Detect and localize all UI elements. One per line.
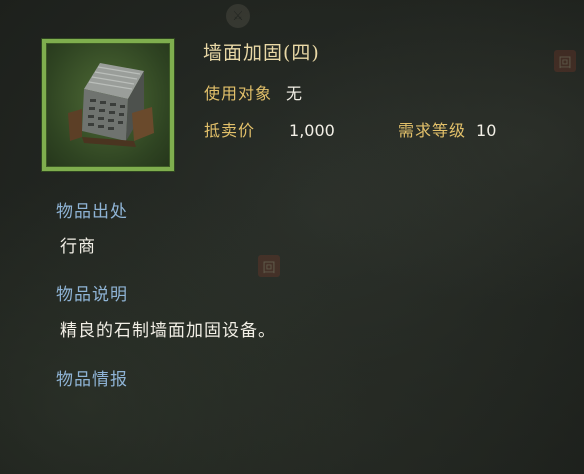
- level-row: 需求等级 10: [398, 117, 496, 141]
- description-text: 精良的石制墙面加固设备。: [60, 321, 276, 341]
- map-seal-icon: 回: [258, 255, 280, 277]
- origin-heading: 物品出处: [56, 202, 128, 222]
- map-marker-middle: 回: [258, 255, 280, 277]
- target-label: 使用对象: [204, 84, 273, 103]
- map-marker-icon: ⚔: [226, 4, 250, 28]
- info-heading[interactable]: 物品情报: [56, 365, 128, 390]
- map-seal-icon: 回: [554, 50, 576, 72]
- origin-value: 行商: [60, 237, 96, 257]
- level-value: 10: [476, 121, 497, 140]
- level-label: 需求等级: [398, 121, 467, 140]
- target-row: 使用对象 无: [204, 80, 302, 104]
- item-name: 墙面加固(四): [203, 42, 320, 64]
- target-value: 无: [286, 84, 303, 103]
- description-heading: 物品说明: [56, 285, 128, 305]
- map-marker-top: ⚔: [226, 4, 250, 28]
- price-label: 抵卖价: [204, 121, 256, 140]
- price-value: 1,000: [289, 121, 335, 140]
- item-icon-frame: [42, 39, 174, 171]
- map-marker-right: 回: [554, 50, 576, 72]
- price-row: 抵卖价 1,000: [204, 117, 335, 141]
- stone-wall-reinforcement-icon: [68, 63, 154, 147]
